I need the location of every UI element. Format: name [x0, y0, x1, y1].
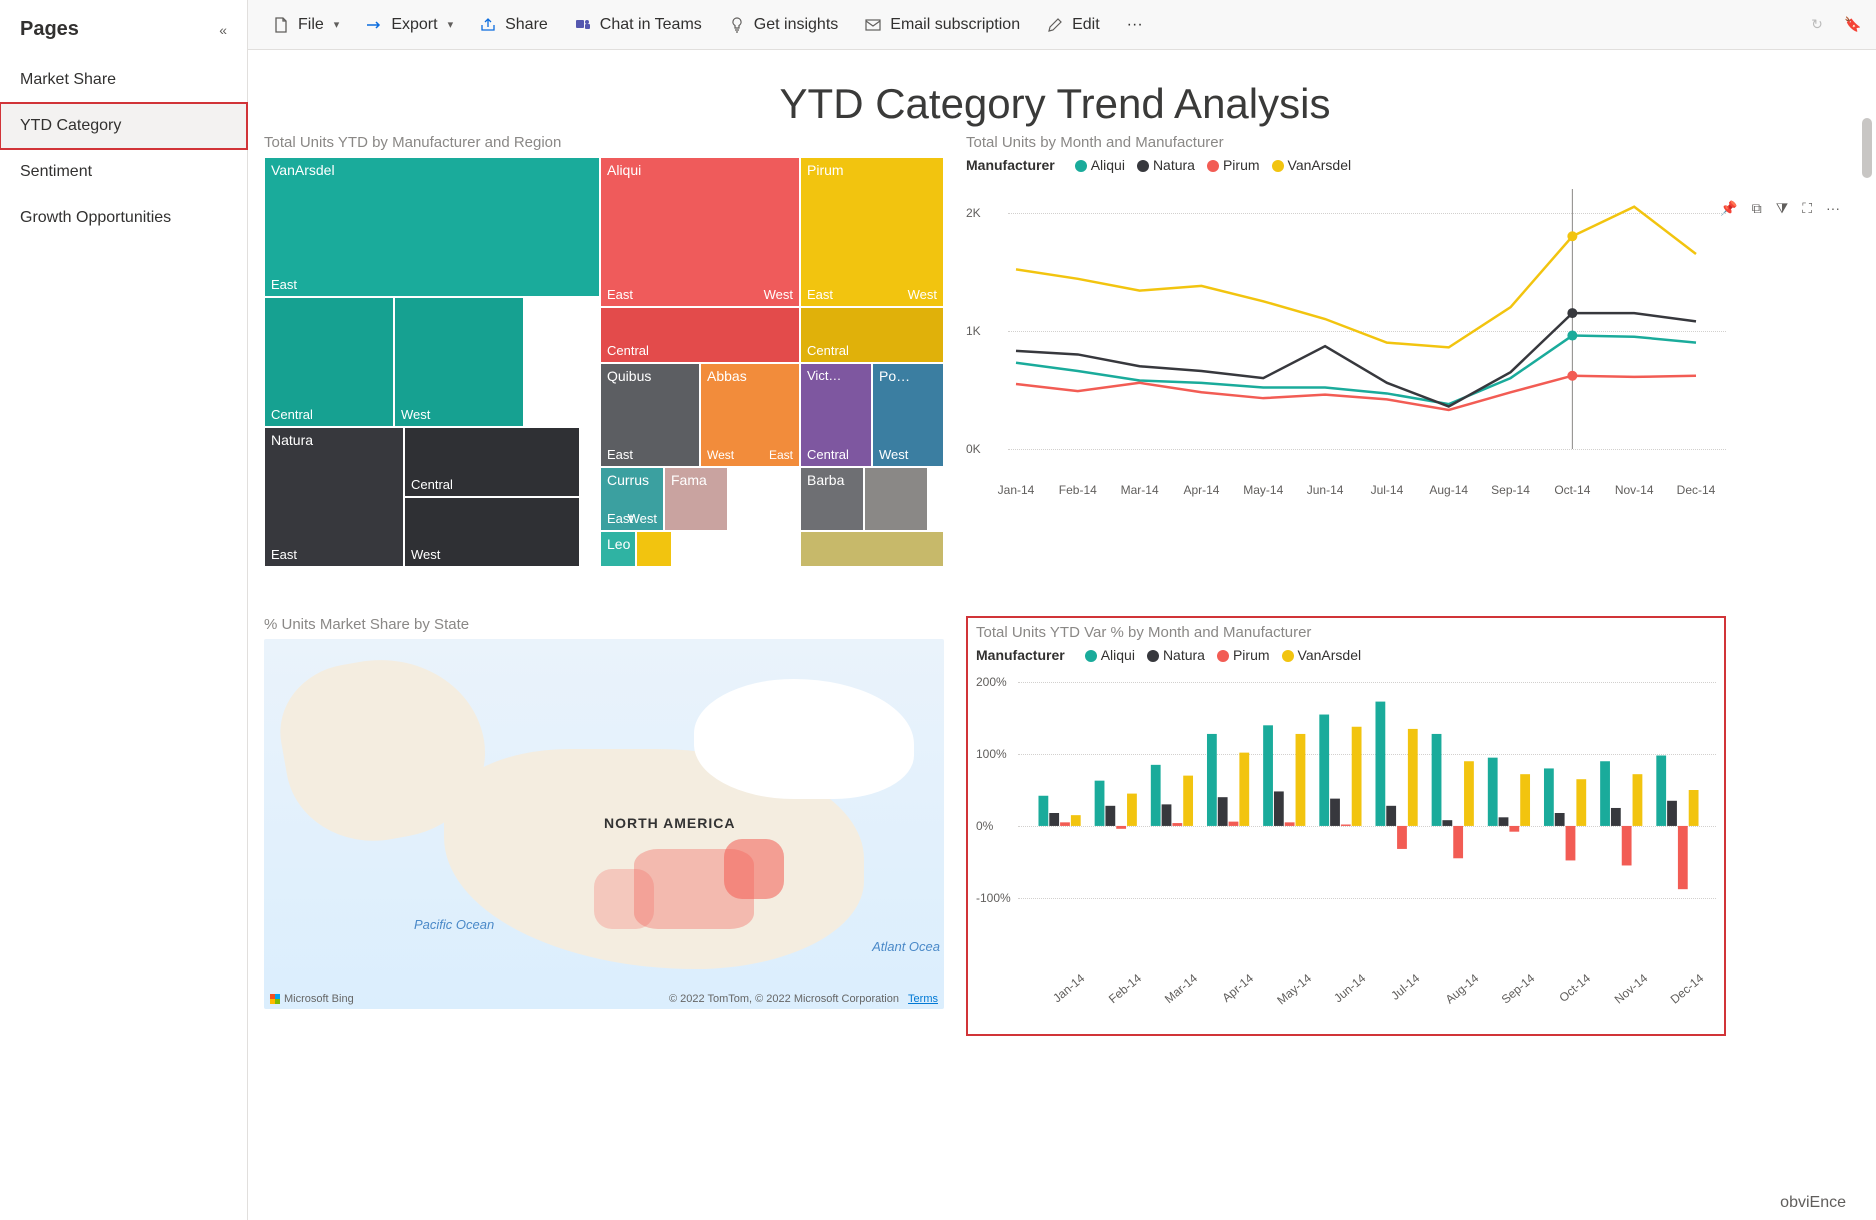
treemap-cell[interactable]: AbbasWestEast — [700, 363, 800, 467]
ellipsis-icon: ··· — [1126, 16, 1144, 34]
treemap-cell[interactable]: Vict…Central — [800, 363, 872, 467]
more-icon[interactable]: ··· — [1826, 200, 1840, 217]
legend-item-natura[interactable]: Natura — [1137, 157, 1195, 173]
file-menu[interactable]: File ▾ — [262, 10, 349, 40]
refresh-icon[interactable]: ↻ — [1808, 16, 1826, 34]
line-title: Total Units by Month and Manufacturer — [966, 134, 1726, 151]
treemap-cell[interactable]: Central — [800, 307, 944, 363]
treemap-cell[interactable]: VanArsdelEast — [264, 157, 600, 297]
map-bing-attribution: Microsoft Bing — [270, 993, 354, 1005]
line-legend: Manufacturer AliquiNaturaPirumVanArsdel — [966, 157, 1726, 173]
copy-icon[interactable]: ⧉ — [1752, 200, 1762, 217]
filter-icon[interactable]: ⧩ — [1776, 200, 1789, 217]
page-item-growth-opportunities[interactable]: Growth Opportunities — [0, 195, 247, 241]
edit-button[interactable]: Edit — [1036, 10, 1110, 40]
treemap-cell[interactable]: Fama — [664, 467, 728, 531]
collapse-sidebar-icon[interactable]: « — [219, 22, 227, 38]
sidebar-title: Pages — [20, 18, 79, 41]
treemap-cell[interactable] — [800, 531, 944, 567]
treemap-cell[interactable]: PirumEastWest — [800, 157, 944, 307]
lightbulb-icon — [728, 16, 746, 34]
export-menu[interactable]: Export ▾ — [355, 10, 463, 40]
treemap-cell[interactable]: Central — [404, 427, 580, 497]
share-button[interactable]: Share — [469, 10, 558, 40]
treemap-cell[interactable]: AliquiEastWest — [600, 157, 800, 307]
teams-icon — [574, 16, 592, 34]
treemap-cell[interactable]: West — [394, 297, 524, 427]
report-title: YTD Category Trend Analysis — [264, 80, 1846, 128]
bar-chart-visual[interactable]: Total Units YTD Var % by Month and Manuf… — [966, 616, 1726, 1036]
page-item-market-share[interactable]: Market Share — [0, 57, 247, 103]
treemap-title: Total Units YTD by Manufacturer and Regi… — [264, 134, 944, 151]
treemap-cell[interactable]: Central — [264, 297, 394, 427]
report-toolbar: File ▾ Export ▾ Share Chat in Teams Get … — [248, 0, 1876, 50]
edit-icon — [1046, 16, 1064, 34]
vertical-scrollbar[interactable] — [1862, 118, 1872, 178]
legend-item-aliqui[interactable]: Aliqui — [1085, 647, 1135, 663]
pages-sidebar: Pages « Market ShareYTD CategorySentimen… — [0, 0, 248, 1220]
get-insights-button[interactable]: Get insights — [718, 10, 848, 40]
mail-icon — [864, 16, 882, 34]
page-item-ytd-category[interactable]: YTD Category — [0, 103, 247, 149]
footer-brand: obviEnce — [1780, 1194, 1846, 1212]
map-terms-link[interactable]: Terms — [908, 993, 938, 1005]
treemap-cell[interactable]: Central — [600, 307, 800, 363]
bar-title: Total Units YTD Var % by Month and Manuf… — [976, 624, 1716, 641]
legend-item-vanarsdel[interactable]: VanArsdel — [1282, 647, 1362, 663]
treemap-cell[interactable]: Po…West — [872, 363, 944, 467]
legend-item-pirum[interactable]: Pirum — [1217, 647, 1270, 663]
bar-legend: Manufacturer AliquiNaturaPirumVanArsdel — [976, 647, 1716, 663]
visual-header-icons: 📌 ⧉ ⧩ ⛶ ··· — [1720, 200, 1840, 217]
share-icon — [479, 16, 497, 34]
legend-item-natura[interactable]: Natura — [1147, 647, 1205, 663]
treemap-cell[interactable]: Barba — [800, 467, 864, 531]
email-subscription-button[interactable]: Email subscription — [854, 10, 1030, 40]
map-title: % Units Market Share by State — [264, 616, 944, 633]
chevron-down-icon: ▾ — [334, 18, 340, 31]
treemap-cell[interactable]: West — [404, 497, 580, 567]
bing-logo-icon — [270, 994, 280, 1004]
treemap-cell[interactable]: Leo — [600, 531, 636, 567]
treemap-cell[interactable]: CurrusEastWest — [600, 467, 664, 531]
bookmark-icon[interactable]: 🔖 — [1844, 16, 1862, 34]
page-item-sentiment[interactable]: Sentiment — [0, 149, 247, 195]
map-label-atlantic: Atlant Ocea — [872, 939, 940, 954]
file-icon — [272, 16, 290, 34]
treemap-cell[interactable] — [636, 531, 672, 567]
treemap-cell[interactable]: QuibusEast — [600, 363, 700, 467]
map-copyright: © 2022 TomTom, © 2022 Microsoft Corporat… — [669, 993, 938, 1005]
legend-item-aliqui[interactable]: Aliqui — [1075, 157, 1125, 173]
focus-icon[interactable]: ⛶ — [1802, 200, 1812, 217]
map-label-na: NORTH AMERICA — [604, 815, 735, 831]
legend-item-pirum[interactable]: Pirum — [1207, 157, 1260, 173]
map-label-pacific: Pacific Ocean — [414, 917, 494, 932]
treemap-cell[interactable]: NaturaEast — [264, 427, 404, 567]
export-icon — [365, 16, 383, 34]
treemap-visual[interactable]: Total Units YTD by Manufacturer and Regi… — [264, 134, 944, 604]
treemap-cell[interactable] — [864, 467, 928, 531]
chevron-down-icon: ▾ — [448, 18, 454, 31]
line-chart-visual[interactable]: Total Units by Month and Manufacturer Ma… — [966, 134, 1726, 604]
legend-item-vanarsdel[interactable]: VanArsdel — [1272, 157, 1352, 173]
more-options-button[interactable]: ··· — [1116, 10, 1154, 40]
chat-teams-button[interactable]: Chat in Teams — [564, 10, 712, 40]
map-visual[interactable]: % Units Market Share by State NORTH AMER… — [264, 616, 944, 1036]
